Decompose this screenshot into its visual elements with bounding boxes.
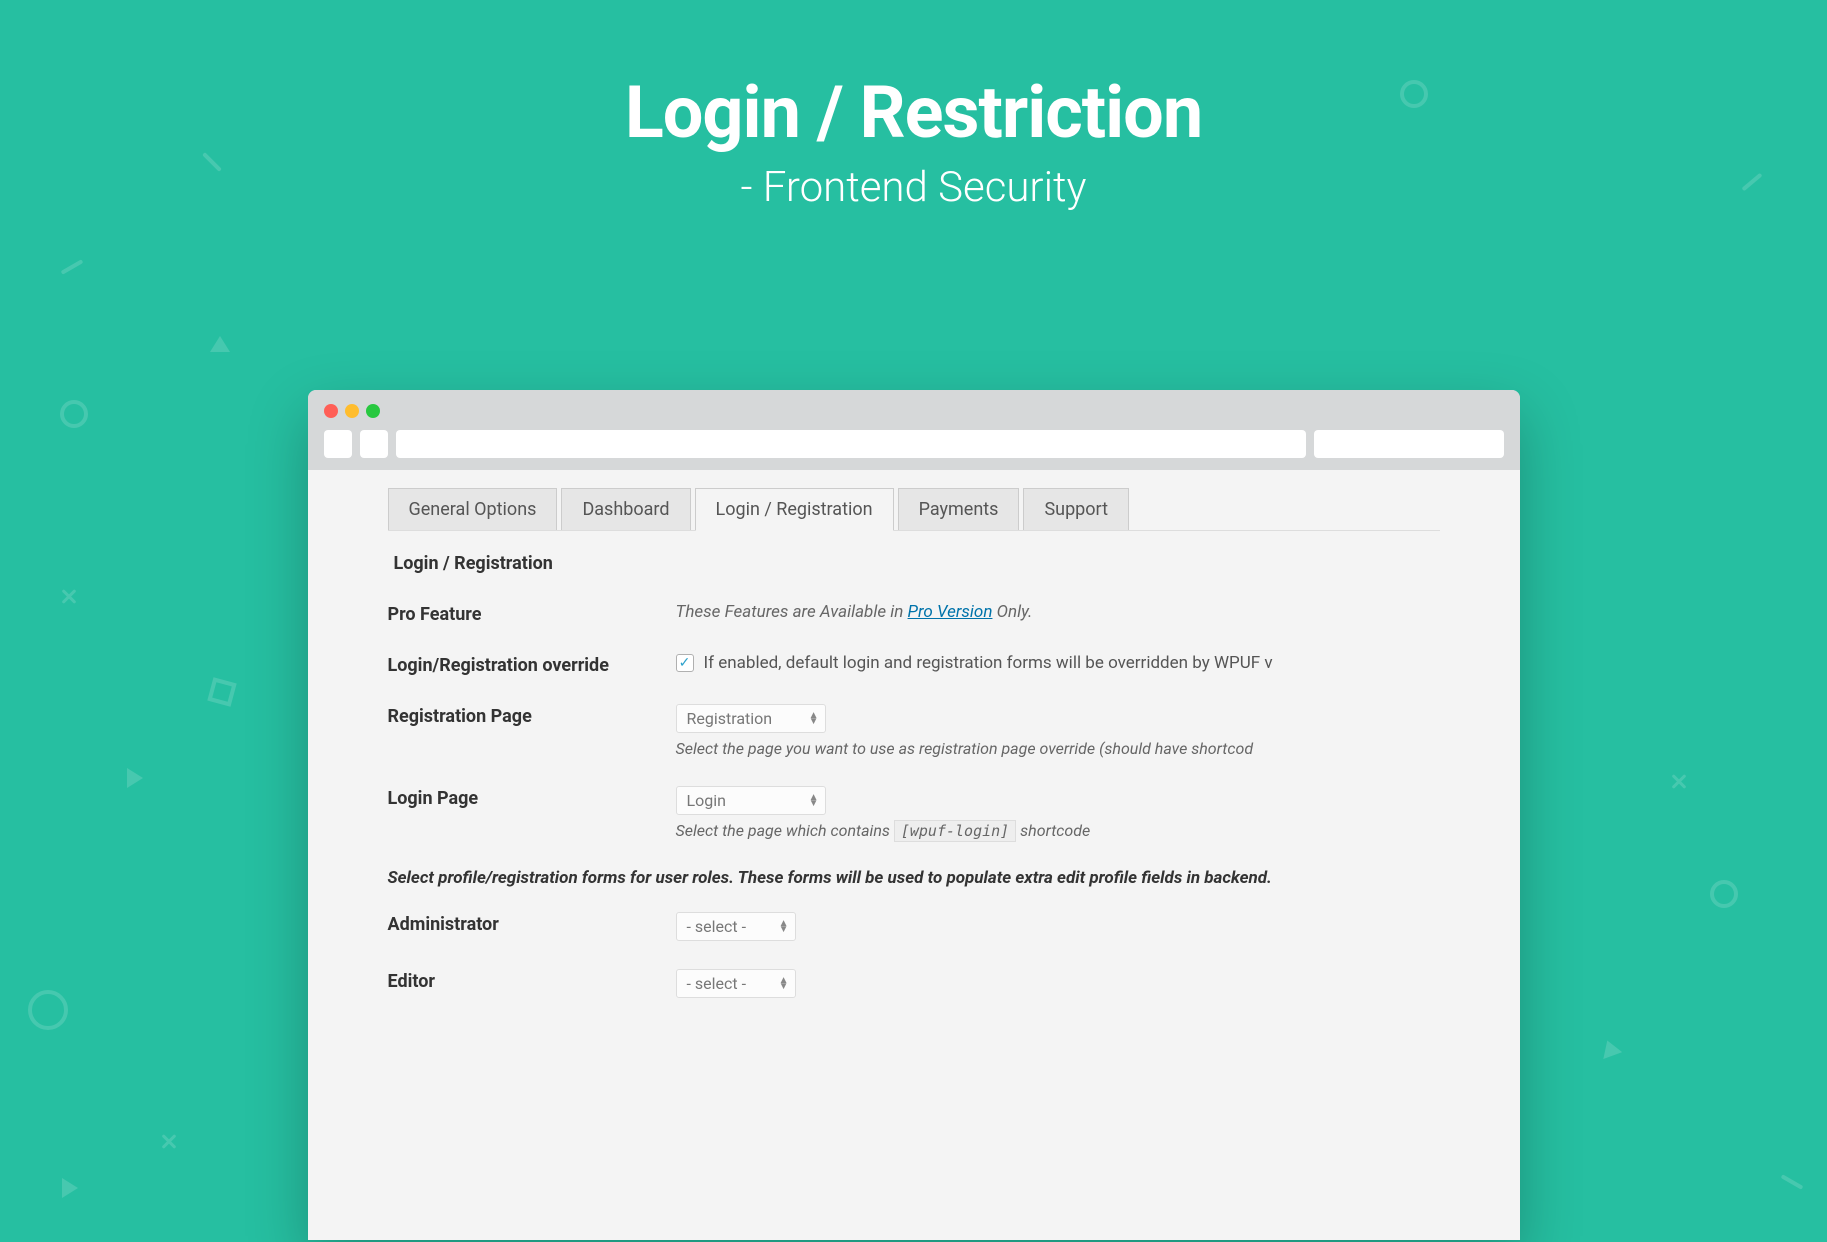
tab-dashboard[interactable]: Dashboard bbox=[561, 488, 690, 530]
pro-feature-desc-suffix: Only. bbox=[992, 602, 1032, 622]
label-role-editor: Editor bbox=[388, 969, 676, 992]
shortcode-tag: [wpuf-login] bbox=[894, 820, 1016, 842]
row-login-page: Login Page Login ▲▼ Select the page whic… bbox=[388, 786, 1440, 840]
chevron-updown-icon: ▲▼ bbox=[779, 978, 789, 990]
hero-title: Login / Restriction bbox=[625, 70, 1202, 155]
administrator-value: - select - bbox=[687, 917, 747, 936]
label-registration-page: Registration Page bbox=[388, 704, 676, 727]
settings-panel: General Options Dashboard Login / Regist… bbox=[308, 470, 1520, 1240]
login-page-desc: Select the page which contains [wpuf-log… bbox=[676, 821, 1440, 840]
search-bar[interactable] bbox=[1314, 430, 1504, 458]
tab-support[interactable]: Support bbox=[1023, 488, 1129, 530]
tab-payments[interactable]: Payments bbox=[898, 488, 1020, 530]
pro-feature-desc-prefix: These Features are Available in bbox=[676, 602, 908, 622]
chevron-updown-icon: ▲▼ bbox=[809, 713, 819, 725]
maximize-icon[interactable] bbox=[366, 404, 380, 418]
tab-login-registration[interactable]: Login / Registration bbox=[695, 488, 894, 531]
row-pro-feature: Pro Feature These Features are Available… bbox=[388, 602, 1440, 625]
role-forms-note: Select profile/registration forms for us… bbox=[388, 868, 1440, 888]
chevron-updown-icon: ▲▼ bbox=[809, 795, 819, 807]
hero-subtitle: - Frontend Security bbox=[625, 163, 1202, 212]
tab-general-options[interactable]: General Options bbox=[388, 488, 558, 530]
override-description: If enabled, default login and registrati… bbox=[704, 653, 1273, 673]
row-role-editor: Editor - select - ▲▼ bbox=[388, 969, 1440, 998]
registration-page-desc: Select the page you want to use as regis… bbox=[676, 739, 1440, 758]
label-role-administrator: Administrator bbox=[388, 912, 676, 935]
close-icon[interactable] bbox=[324, 404, 338, 418]
editor-value: - select - bbox=[687, 974, 747, 993]
login-page-select[interactable]: Login ▲▼ bbox=[676, 786, 826, 815]
hero-header: Login / Restriction - Frontend Security bbox=[625, 70, 1202, 212]
login-page-value: Login bbox=[687, 791, 726, 810]
administrator-select[interactable]: - select - ▲▼ bbox=[676, 912, 796, 941]
settings-tabs: General Options Dashboard Login / Regist… bbox=[388, 488, 1440, 531]
minimize-icon[interactable] bbox=[345, 404, 359, 418]
nav-button[interactable] bbox=[324, 430, 352, 458]
row-login-override: Login/Registration override ✓ If enabled… bbox=[388, 653, 1440, 676]
url-bar[interactable] bbox=[396, 430, 1306, 458]
browser-toolbar bbox=[324, 430, 1504, 458]
browser-window: General Options Dashboard Login / Regist… bbox=[308, 390, 1520, 1240]
label-pro-feature: Pro Feature bbox=[388, 602, 676, 625]
editor-select[interactable]: - select - ▲▼ bbox=[676, 969, 796, 998]
browser-chrome bbox=[308, 390, 1520, 470]
pro-version-link[interactable]: Pro Version bbox=[908, 602, 993, 622]
row-registration-page: Registration Page Registration ▲▼ Select… bbox=[388, 704, 1440, 758]
label-login-page: Login Page bbox=[388, 786, 676, 809]
label-login-override: Login/Registration override bbox=[388, 653, 676, 676]
nav-button[interactable] bbox=[360, 430, 388, 458]
registration-page-select[interactable]: Registration ▲▼ bbox=[676, 704, 826, 733]
chevron-updown-icon: ▲▼ bbox=[779, 921, 789, 933]
registration-page-value: Registration bbox=[687, 709, 773, 728]
section-title: Login / Registration bbox=[394, 553, 1440, 574]
row-role-administrator: Administrator - select - ▲▼ bbox=[388, 912, 1440, 941]
window-controls bbox=[324, 404, 380, 418]
override-checkbox[interactable]: ✓ bbox=[676, 654, 694, 672]
